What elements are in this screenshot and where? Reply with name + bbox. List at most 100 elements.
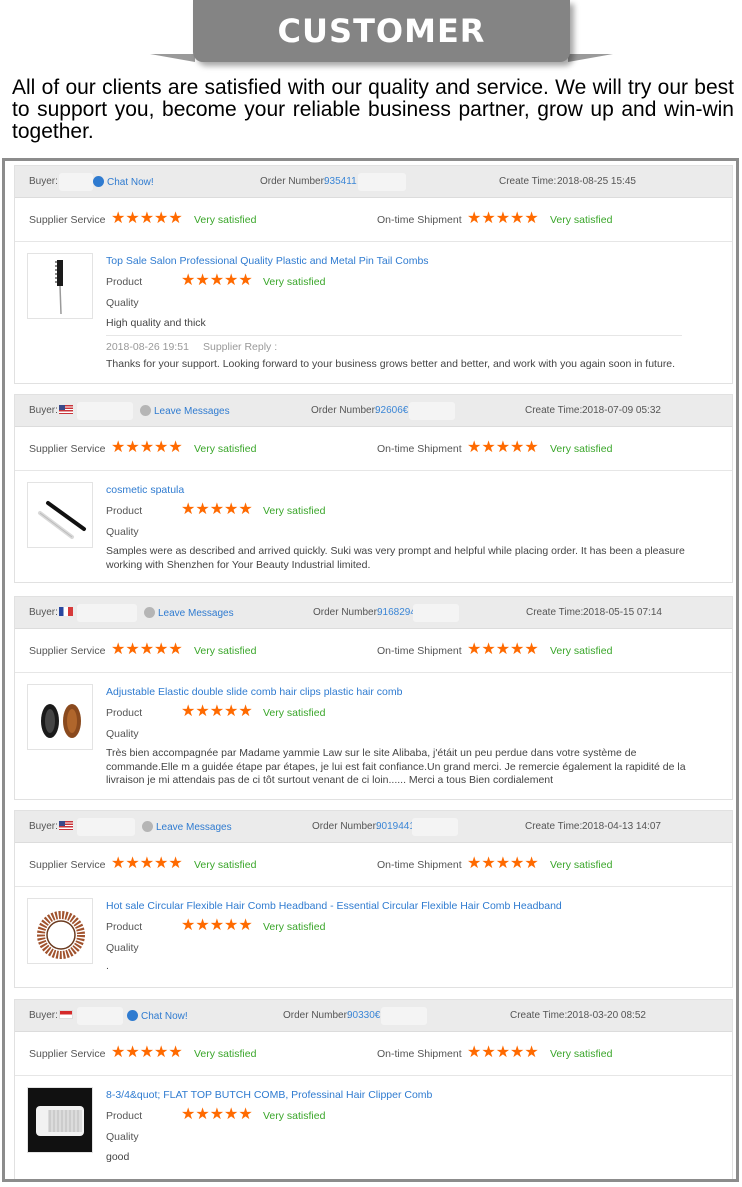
star-rating-icon: ★★★★★	[111, 210, 183, 227]
ontime-shipment-label: On-time Shipment	[377, 214, 462, 226]
chat-icon	[127, 1010, 138, 1021]
review-header: Buyer: Leave Messages Order Number: 9168…	[15, 597, 732, 629]
order-number[interactable]: 9168294	[377, 607, 416, 618]
leave-messages-link[interactable]: Leave Messages	[144, 607, 234, 619]
quality-label: Quality	[106, 297, 139, 309]
product-title-link[interactable]: Hot sale Circular Flexible Hair Comb Hea…	[106, 900, 562, 912]
review-card: Buyer: Chat Now! Order Number: 90330€ Cr…	[14, 999, 733, 1179]
ontime-shipment-rating: Very satisfied	[550, 443, 613, 455]
star-rating-icon: ★★★★★	[467, 439, 539, 456]
supplier-service-label: Supplier Service	[29, 645, 106, 657]
supplier-reply-label: Supplier Reply :	[203, 341, 278, 353]
service-rating-row: Supplier Service ★★★★★ Very satisfied On…	[15, 629, 732, 673]
order-number[interactable]: 90330€	[347, 1010, 380, 1021]
service-rating-row: Supplier Service ★★★★★ Very satisfied On…	[15, 198, 732, 242]
product-thumbnail[interactable]	[27, 684, 93, 750]
order-number-redacted	[381, 1007, 427, 1025]
product-title-link[interactable]: 8-3/4&quot; FLAT TOP BUTCH COMB, Profess…	[106, 1089, 432, 1101]
star-rating-icon: ★★★★★	[181, 272, 253, 289]
order-number-label: Order Number:	[312, 821, 379, 832]
review-comment: Très bien accompagnée par Madame yammie …	[106, 747, 686, 786]
order-number-redacted	[409, 402, 455, 420]
ontime-shipment-rating: Very satisfied	[550, 645, 613, 657]
leave-messages-link[interactable]: Leave Messages	[140, 405, 230, 417]
us-flag-icon	[59, 405, 73, 414]
order-number-label: Order Number:	[313, 607, 380, 618]
product-thumbnail[interactable]	[27, 898, 93, 964]
supplier-service-rating: Very satisfied	[194, 214, 257, 226]
product-thumbnail[interactable]	[27, 253, 93, 319]
review-header: Buyer: Leave Messages Order Number: 9260…	[15, 395, 732, 427]
product-rating: Very satisfied	[263, 921, 326, 933]
quality-label: Quality	[106, 526, 139, 538]
ontime-shipment-label: On-time Shipment	[377, 645, 462, 657]
review-card: Buyer: Chat Now! Order Number: 935411 Cr…	[14, 165, 733, 384]
ontime-shipment-rating: Very satisfied	[550, 214, 613, 226]
create-time-label: Create Time:	[525, 405, 583, 416]
order-number[interactable]: 92606€	[375, 405, 408, 416]
fr-flag-icon	[59, 607, 73, 616]
star-rating-icon: ★★★★★	[467, 1044, 539, 1061]
star-rating-icon: ★★★★★	[467, 855, 539, 872]
create-time: 2018-07-09 05:32	[582, 405, 661, 416]
create-time-label: Create Time:	[526, 607, 584, 618]
product-thumbnail[interactable]	[27, 1087, 93, 1153]
buyer-label: Buyer:	[29, 821, 58, 832]
product-thumbnail[interactable]	[27, 482, 93, 548]
supplier-service-rating: Very satisfied	[194, 645, 257, 657]
pin-tail-comb-icon	[55, 260, 63, 315]
service-rating-row: Supplier Service ★★★★★ Very satisfied On…	[15, 843, 732, 887]
star-rating-icon: ★★★★★	[467, 641, 539, 658]
flat-top-comb-icon	[36, 1106, 84, 1136]
create-time-label: Create Time:	[499, 176, 557, 187]
service-rating-row: Supplier Service ★★★★★ Very satisfied On…	[15, 1032, 732, 1076]
buyer-name-redacted	[77, 1007, 123, 1025]
buyer-name-redacted	[59, 173, 93, 191]
review-comment: Samples were as described and arrived qu…	[106, 545, 685, 571]
star-rating-icon: ★★★★★	[467, 210, 539, 227]
supplier-reply-text: Thanks for your support. Looking forward…	[106, 358, 676, 370]
ontime-shipment-label: On-time Shipment	[377, 859, 462, 871]
buyer-name-redacted	[77, 604, 137, 622]
create-time: 2018-03-20 08:52	[567, 1010, 646, 1021]
star-rating-icon: ★★★★★	[111, 855, 183, 872]
create-time: 2018-05-15 07:14	[583, 607, 662, 618]
supplier-service-rating: Very satisfied	[194, 443, 257, 455]
buyer-label: Buyer:	[29, 405, 58, 416]
product-title-link[interactable]: Top Sale Salon Professional Quality Plas…	[106, 255, 429, 267]
product-label: Product	[106, 1110, 143, 1122]
buyer-country-flag	[59, 607, 73, 618]
service-rating-row: Supplier Service ★★★★★ Very satisfied On…	[15, 427, 732, 471]
supplier-service-label: Supplier Service	[29, 214, 106, 226]
chat-now-link[interactable]: Chat Now!	[93, 176, 154, 188]
message-icon	[144, 607, 155, 618]
create-time: 2018-08-25 15:45	[557, 176, 636, 187]
star-rating-icon: ★★★★★	[181, 1106, 253, 1123]
supplier-service-label: Supplier Service	[29, 1048, 106, 1060]
buyer-label: Buyer:	[29, 1010, 58, 1021]
buyer-label: Buyer:	[29, 176, 58, 187]
product-title-link[interactable]: Adjustable Elastic double slide comb hai…	[106, 686, 402, 698]
product-label: Product	[106, 707, 143, 719]
buyer-country-flag	[59, 1010, 73, 1021]
create-time-label: Create Time:	[510, 1010, 568, 1021]
banner-ribbon-right	[568, 54, 613, 62]
reply-divider	[106, 335, 682, 336]
chat-now-link[interactable]: Chat Now!	[127, 1010, 188, 1022]
product-label: Product	[106, 276, 143, 288]
buyer-label: Buyer:	[29, 607, 58, 618]
order-number[interactable]: 9019441	[376, 821, 415, 832]
review-card: Buyer: Leave Messages Order Number: 9019…	[14, 810, 733, 988]
order-number[interactable]: 935411	[324, 176, 357, 187]
review-card: Buyer: Leave Messages Order Number: 9260…	[14, 394, 733, 583]
quality-label: Quality	[106, 728, 139, 740]
supplier-service-label: Supplier Service	[29, 443, 106, 455]
cosmetic-spatula-icon	[38, 501, 86, 539]
message-icon	[142, 821, 153, 832]
product-rating: Very satisfied	[263, 707, 326, 719]
review-header: Buyer: Chat Now! Order Number: 935411 Cr…	[15, 166, 732, 198]
supplier-service-rating: Very satisfied	[194, 859, 257, 871]
reply-time: 2018-08-26 19:51	[106, 341, 189, 353]
product-title-link[interactable]: cosmetic spatula	[106, 484, 184, 496]
leave-messages-link[interactable]: Leave Messages	[142, 821, 232, 833]
